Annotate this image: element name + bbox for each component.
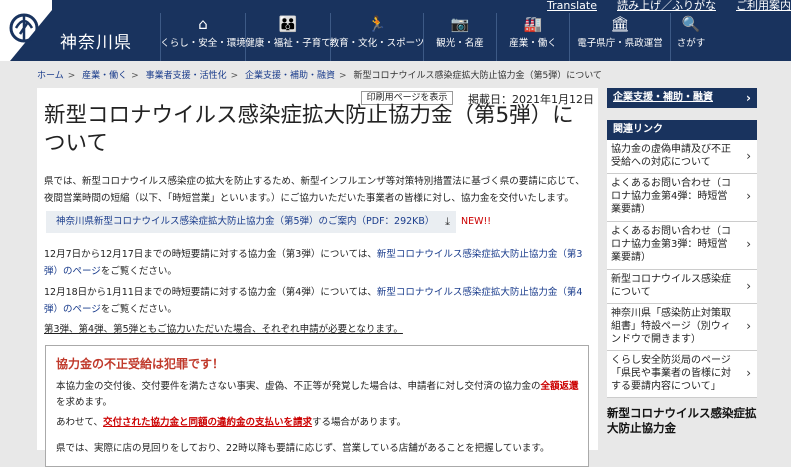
global-nav: ⌂ くらし・安全・環境 👪 健康・福祉・子育て 🏃 教育・文化・スポーツ 📷 観…	[160, 13, 711, 61]
camera-icon: 📷	[450, 15, 470, 33]
nav-education-culture[interactable]: 🏃 教育・文化・スポーツ	[330, 13, 424, 61]
chevron-right-icon: ›	[746, 91, 751, 105]
breadcrumb: ホーム > 産業・働く > 事業者支援・活性化 > 企業支援・補助・融資 > 新型コロナ…	[37, 71, 602, 81]
family-icon: 👪	[278, 15, 298, 33]
sidebar-item-faq-4[interactable]: よくあるお問い合わせ（コロナ協力金第4弾：時短営業要請） ›	[607, 174, 757, 222]
phase4-paragraph: 12月18日から1月11日までの時短要請に対する協力金（第4弾）については、新型…	[44, 287, 583, 315]
chevron-right-icon: ›	[746, 319, 751, 333]
nav-e-government[interactable]: 🏛 電子県庁・県政運営	[569, 13, 670, 61]
fraud-warning-box: 協力金の不正受給は犯罪です！ 本協力金の交付後、交付要件を満たさない事実、虚偽、…	[45, 345, 589, 467]
prefecture-logo[interactable]	[0, 0, 52, 61]
site-title[interactable]: 神奈川県	[60, 28, 132, 53]
runner-icon: 🏃	[367, 15, 387, 33]
breadcrumb-home[interactable]: ホーム	[37, 71, 64, 81]
warning-text-2: あわせて、交付された協力金と同額の違約金の支払いを請求する場合があります。	[56, 417, 407, 428]
sidebar-item-infection-page[interactable]: 神奈川県「感染防止対策取組書」特設ページ（別ウィンドウで開きます） ›	[607, 304, 757, 351]
page-title: 新型コロナウイルス感染症拡大防止協力金（第5弾）について	[44, 103, 574, 156]
factory-icon: 🏭	[523, 15, 543, 33]
read-aloud-link[interactable]: 読み上げ／ふりがな	[617, 0, 716, 11]
breadcrumb-corporate-support[interactable]: 企業支援・補助・融資	[245, 71, 335, 81]
application-note: 第3弾、第4弾、第5弾ともご協力いただいた場合、それぞれ申請が必要となります。	[44, 324, 403, 335]
pdf-download-link[interactable]: 神奈川県新型コロナウイルス感染症拡大防止協力金（第5弾）のご案内（PDF：292…	[46, 211, 456, 233]
chevron-right-icon: ›	[746, 237, 751, 251]
sidebar-section-title: 新型コロナウイルス感染症拡大防止協力金	[607, 406, 757, 435]
nav-tourism[interactable]: 📷 観光・名産	[423, 13, 496, 61]
government-icon: 🏛	[610, 15, 630, 33]
nav-search[interactable]: 🔍 さがす	[670, 13, 711, 61]
warning-text-3: 県では、実際に店の見回りをしており、22時以降も要請に応じず、営業している店舗が…	[56, 443, 550, 454]
chevron-right-icon: ›	[746, 279, 751, 293]
breadcrumb-current: 新型コロナウイルス感染症拡大防止協力金（第5弾）について	[353, 71, 602, 81]
main-content: 印刷用ページを表示 掲載日：2021年1月12日 新型コロナウイルス感染症拡大防…	[37, 88, 598, 467]
download-icon: ⤓	[445, 215, 450, 228]
sidebar-item-disaster-page[interactable]: くらし安全防災局のページ「県民や事業者の皆様に対する要請内容について」 ›	[607, 351, 757, 398]
intro-text: 県では、新型コロナウイルス感染症の拡大を防止するため、新型インフルエンザ等対策特…	[44, 176, 585, 204]
phase3-paragraph: 12月7日から12月17日までの時短要請に対する協力金（第3弾）については、新型…	[44, 249, 583, 277]
sidebar-item-faq-3[interactable]: よくあるお問い合わせ（コロナ協力金第3弾：時短営業要請） ›	[607, 222, 757, 270]
warning-title: 協力金の不正受給は犯罪です！	[56, 357, 225, 371]
breadcrumb-business-support[interactable]: 事業者支援・活性化	[146, 71, 227, 81]
chevron-right-icon: ›	[746, 149, 751, 163]
translate-link[interactable]: Translate	[547, 0, 597, 11]
home-icon: ⌂	[198, 15, 208, 33]
breadcrumb-industry[interactable]: 産業・働く	[82, 71, 127, 81]
new-badge: NEW!!	[461, 216, 492, 227]
nav-life-safety[interactable]: ⌂ くらし・安全・環境	[160, 13, 246, 61]
sidebar-item-fraud[interactable]: 協力金の虚偽申請及び不正受給への対応について ›	[607, 140, 757, 174]
nav-health-welfare[interactable]: 👪 健康・福祉・子育て	[245, 13, 331, 61]
related-links-heading: 関連リンク	[607, 120, 757, 140]
warning-text-1: 本協力金の交付後、交付要件を満たさない事実、虚偽、不正等が発覚した場合は、申請者…	[56, 381, 579, 408]
nav-industry-work[interactable]: 🏭 産業・働く	[496, 13, 569, 61]
sidebar-category-link[interactable]: 企業支援・補助・融資 ›	[607, 88, 757, 108]
utility-links: Translate 読み上げ／ふりがな ご利用案内	[527, 0, 791, 11]
search-icon: 🔍	[681, 15, 701, 33]
chevron-right-icon: ›	[746, 189, 751, 203]
site-header: 神奈川県 Translate 読み上げ／ふりがな ご利用案内 ⌂ くらし・安全・…	[0, 0, 791, 61]
sidebar-item-covid[interactable]: 新型コロナウイルス感染症について ›	[607, 270, 757, 304]
chevron-right-icon: ›	[746, 366, 751, 380]
usage-guide-link[interactable]: ご利用案内	[736, 0, 791, 11]
